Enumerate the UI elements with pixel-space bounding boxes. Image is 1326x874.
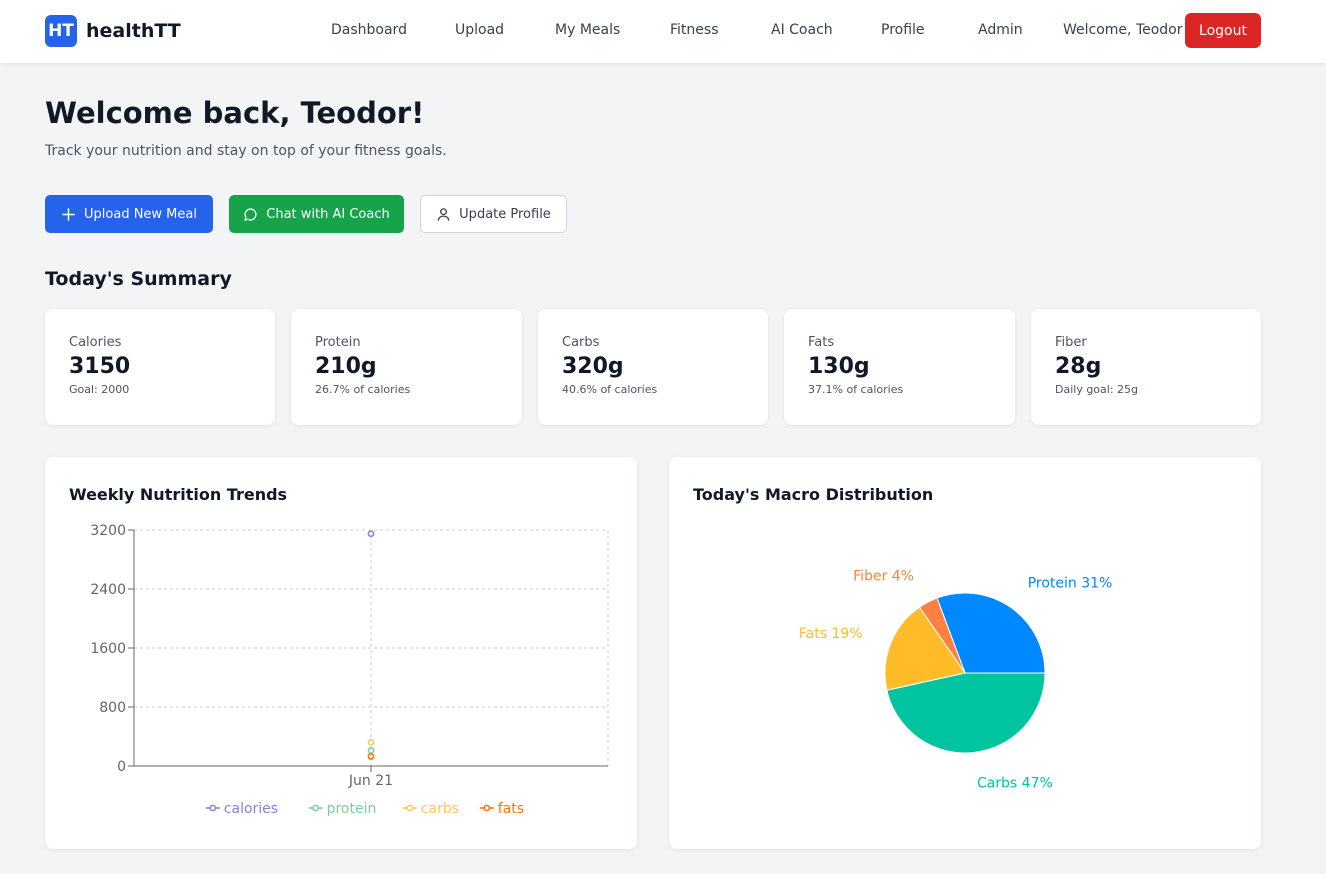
- logout-button[interactable]: Logout: [1185, 13, 1261, 48]
- weekly-trends-panel: Weekly Nutrition Trends 0 800 1600 2400 3200…: [45, 457, 637, 849]
- nav-link-ai-coach[interactable]: AI Coach: [771, 22, 833, 38]
- pie-label-protein: Protein 31%: [1028, 576, 1113, 592]
- chart-legend: calories protein carbs fats: [205, 801, 524, 817]
- card-label: Carbs: [562, 335, 600, 350]
- nav-link-profile[interactable]: Profile: [881, 22, 925, 38]
- upload-meal-label: Upload New Meal: [84, 206, 197, 222]
- card-label: Protein: [315, 335, 361, 350]
- legend-label-calories: calories: [224, 801, 278, 817]
- card-sub: 26.7% of calories: [315, 383, 411, 396]
- card-sub: 40.6% of calories: [562, 383, 658, 396]
- nav-link-fitness[interactable]: Fitness: [670, 22, 719, 38]
- message-circle-icon: [244, 207, 257, 221]
- nav-link-dashboard[interactable]: Dashboard: [331, 22, 407, 38]
- plus-icon: [62, 207, 75, 221]
- summary-card-carbs: Carbs 320g 40.6% of calories: [538, 309, 768, 425]
- card-value: 130g: [808, 354, 870, 379]
- update-profile-label: Update Profile: [459, 206, 551, 222]
- card-sub: Daily goal: 25g: [1055, 383, 1139, 396]
- chat-ai-coach-button[interactable]: Chat with AI Coach: [229, 195, 404, 233]
- upload-meal-button[interactable]: Upload New Meal: [45, 195, 213, 233]
- legend-label-carbs: carbs: [421, 801, 459, 817]
- nav-link-upload[interactable]: Upload: [455, 22, 504, 38]
- y-tick-label: 1600: [90, 641, 126, 657]
- legend-label-protein: protein: [327, 801, 377, 817]
- brand-name: healthTT: [86, 20, 181, 42]
- legend-marker-fats: [483, 804, 491, 812]
- macro-distribution-chart: Protein 31% Fiber 4% Fats 19% Carbs 47%: [799, 569, 1113, 792]
- y-tick-label: 2400: [90, 582, 126, 598]
- nav-link-my-meals[interactable]: My Meals: [555, 22, 620, 38]
- legend-marker-protein: [312, 804, 319, 812]
- data-point-calories: [367, 530, 375, 538]
- y-tick-label: 800: [99, 700, 126, 716]
- card-sub: Goal: 2000: [69, 383, 130, 396]
- pie-label-fats: Fats 19%: [799, 626, 863, 642]
- card-label: Fats: [808, 335, 835, 350]
- y-tick-label: 0: [117, 759, 126, 775]
- data-point-protein: [367, 747, 375, 754]
- update-profile-button[interactable]: Update Profile: [420, 195, 567, 233]
- summary-card-protein: Protein 210g 26.7% of calories: [291, 309, 522, 425]
- user-icon: [437, 207, 450, 221]
- pie-label-fiber: Fiber 4%: [853, 569, 914, 585]
- data-point-fats: [367, 753, 375, 760]
- x-tick-label: Jun 21: [348, 773, 393, 789]
- summary-card-fiber: Fiber 28g Daily goal: 25g: [1031, 309, 1261, 425]
- summary-card-fats: Fats 130g 37.1% of calories: [784, 309, 1015, 425]
- summary-title: Today's Summary: [45, 268, 232, 290]
- card-label: Calories: [69, 335, 122, 350]
- summary-card-calories: Calories 3150 Goal: 2000: [45, 309, 275, 425]
- brand-logo: HT: [45, 15, 77, 47]
- legend-marker-calories: [209, 804, 217, 812]
- welcome-text: Welcome, Teodor: [1063, 22, 1183, 38]
- chat-ai-coach-label: Chat with AI Coach: [266, 206, 390, 222]
- navbar: HT healthTT Dashboard Upload My Meals Fi…: [0, 0, 1326, 63]
- card-value: 320g: [562, 354, 624, 379]
- weekly-trends-chart: 0 800 1600 2400 3200 Jun 21 calories protein car…: [90, 523, 609, 817]
- card-sub: 37.1% of calories: [808, 383, 904, 396]
- macro-distribution-panel: Today's Macro Distribution Protein 31% Fi…: [669, 457, 1261, 849]
- card-label: Fiber: [1055, 335, 1087, 350]
- card-value: 210g: [315, 354, 377, 379]
- card-value: 3150: [69, 354, 131, 379]
- page-subtitle: Track your nutrition and stay on top of …: [45, 143, 447, 159]
- data-point-carbs: [367, 738, 375, 746]
- nav-link-admin[interactable]: Admin: [978, 22, 1023, 38]
- page-title: Welcome back, Teodor!: [45, 96, 425, 130]
- legend-label-fats: fats: [498, 801, 524, 817]
- legend-marker-carbs: [406, 804, 414, 812]
- card-value: 28g: [1055, 354, 1102, 379]
- pie-slice-carbs: [886, 672, 1046, 754]
- y-tick-label: 3200: [90, 523, 126, 539]
- brand[interactable]: HT healthTT: [45, 15, 181, 47]
- pie-label-carbs: Carbs 47%: [977, 775, 1053, 791]
